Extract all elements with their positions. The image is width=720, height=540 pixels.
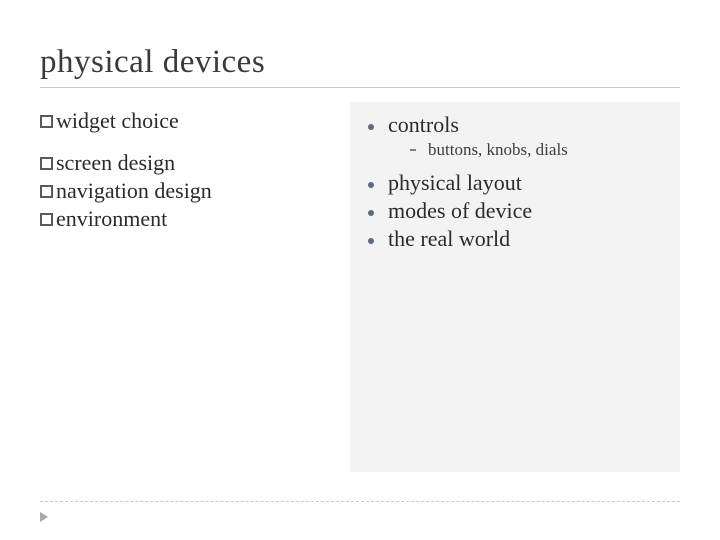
list-item-label: modes of device bbox=[388, 198, 532, 224]
square-bullet-icon bbox=[40, 213, 53, 226]
list-item-label: environment bbox=[56, 206, 167, 231]
list-item-label: widget choice bbox=[56, 108, 179, 133]
list-item-label: the real world bbox=[388, 226, 510, 252]
list-item: modes of device bbox=[368, 198, 666, 224]
right-column: controls buttons, knobs, dials physical … bbox=[350, 102, 680, 472]
list-item-label: physical layout bbox=[388, 170, 522, 196]
list-item-label: screen design bbox=[56, 150, 175, 175]
list-item-label: controls bbox=[388, 112, 459, 138]
left-column: widget choice screen design navigation d… bbox=[40, 102, 350, 472]
bullet-dot-icon bbox=[368, 124, 374, 130]
list-item: controls bbox=[368, 112, 666, 138]
list-item: physical layout bbox=[368, 170, 666, 196]
list-item: the real world bbox=[368, 226, 666, 252]
sub-list-item: buttons, knobs, dials bbox=[410, 140, 666, 160]
list-item: navigation design bbox=[40, 178, 350, 204]
divider-top bbox=[40, 87, 680, 88]
bullet-dot-icon bbox=[368, 238, 374, 244]
slide: physical devices widget choice screen de… bbox=[0, 0, 720, 540]
triangle-marker-icon bbox=[40, 512, 48, 522]
list-item: environment bbox=[40, 206, 350, 232]
list-item: widget choice bbox=[40, 108, 350, 134]
dash-bullet-icon bbox=[410, 149, 416, 151]
bullet-dot-icon bbox=[368, 210, 374, 216]
list-item: screen design bbox=[40, 150, 350, 176]
square-bullet-icon bbox=[40, 157, 53, 170]
bullet-dot-icon bbox=[368, 182, 374, 188]
divider-bottom bbox=[40, 501, 680, 502]
square-bullet-icon bbox=[40, 185, 53, 198]
content-area: widget choice screen design navigation d… bbox=[40, 102, 680, 472]
sub-list-item-label: buttons, knobs, dials bbox=[428, 140, 568, 160]
list-item-label: navigation design bbox=[56, 178, 212, 203]
square-bullet-icon bbox=[40, 115, 53, 128]
page-title: physical devices bbox=[40, 44, 680, 81]
